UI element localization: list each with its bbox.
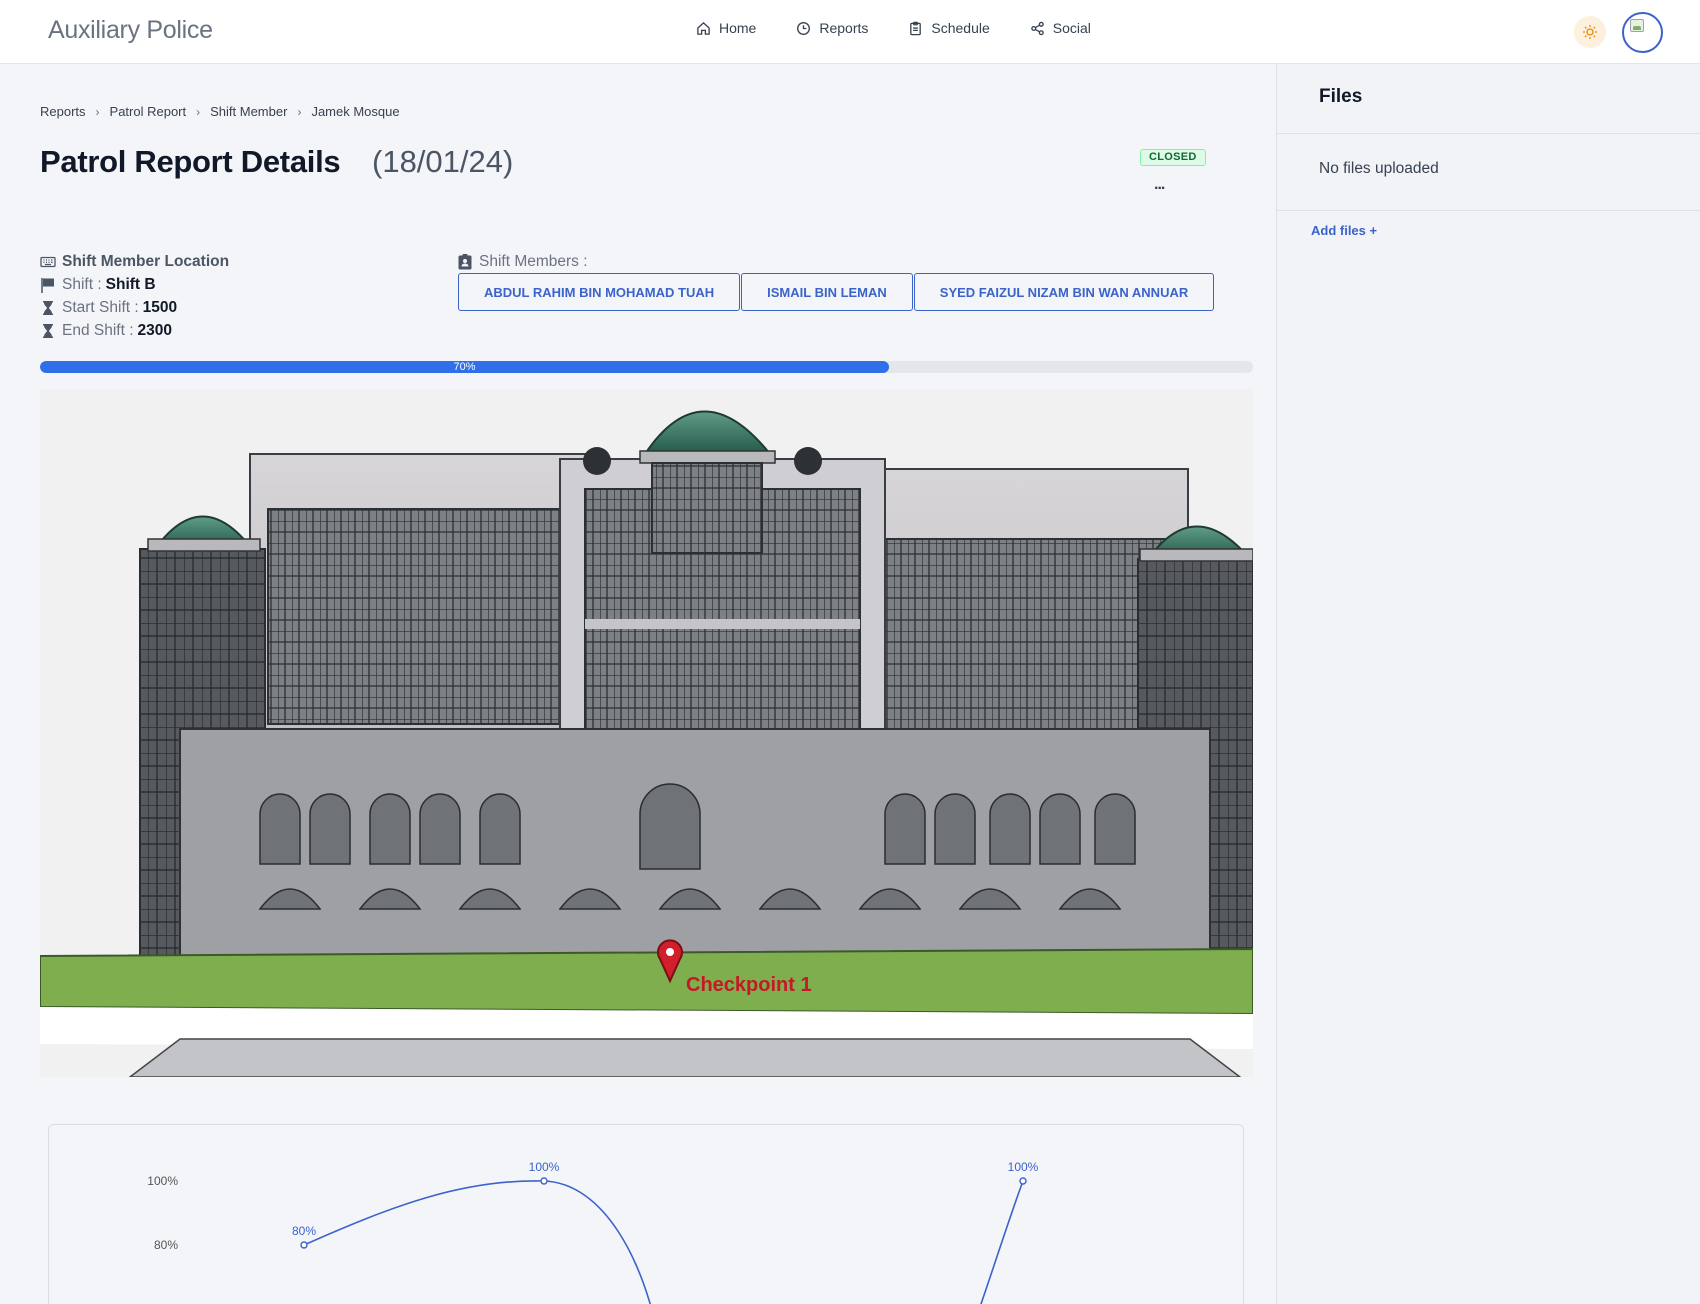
user-avatar[interactable] [1622, 12, 1663, 53]
member-button[interactable]: ISMAIL BIN LEMAN [741, 273, 913, 311]
building-illustration: Checkpoint 1 [40, 389, 1253, 1077]
breadcrumb-patrol-report[interactable]: Patrol Report [110, 104, 187, 119]
shift-info: Shift Member Location Shift : Shift B St… [40, 250, 229, 342]
main-content: Reports › Patrol Report › Shift Member ›… [0, 64, 1276, 1304]
files-header: Files [1277, 64, 1700, 134]
shift-members-label: Shift Members : [479, 252, 588, 270]
data-label: 100% [1008, 1160, 1039, 1174]
hourglass-icon [43, 300, 53, 315]
end-shift-value: 2300 [137, 321, 172, 339]
shift-members-list: ABDUL RAHIM BIN MOHAMAD TUAH ISMAIL BIN … [458, 273, 1215, 311]
hourglass-icon [43, 323, 53, 338]
shift-members-heading: Shift Members : [458, 250, 588, 273]
location-row: Shift Member Location [40, 250, 229, 273]
nav-reports[interactable]: Reports [796, 20, 868, 36]
end-shift-row: End Shift : 2300 [40, 319, 229, 342]
theme-toggle-button[interactable] [1574, 16, 1606, 48]
flag-icon [41, 277, 54, 293]
more-options-button[interactable]: ... [1154, 176, 1165, 194]
breadcrumb-location: Jamek Mosque [311, 104, 400, 119]
nav-home[interactable]: Home [696, 20, 756, 36]
progress-bar: 70% [40, 361, 1253, 373]
member-button[interactable]: ABDUL RAHIM BIN MOHAMAD TUAH [458, 273, 741, 311]
files-sidebar: Files No files uploaded Add files + [1276, 64, 1700, 1304]
chevron-right-icon: › [196, 104, 201, 119]
end-shift-label: End Shift : [62, 321, 134, 339]
broken-image-icon [1630, 19, 1644, 32]
line-chart: 100% 80% 80% 100% 100% [147, 1160, 1039, 1304]
shift-value: Shift B [105, 275, 156, 293]
share-icon [1031, 21, 1044, 35]
series-line [303, 1180, 1024, 1304]
nav-social-label: Social [1052, 20, 1091, 36]
breadcrumb-reports[interactable]: Reports [40, 104, 86, 119]
nav-home-label: Home [719, 20, 757, 36]
nav-social[interactable]: Social [1030, 20, 1091, 36]
breadcrumb: Reports › Patrol Report › Shift Member ›… [40, 104, 400, 119]
nav-schedule-label: Schedule [931, 20, 990, 36]
start-shift-label: Start Shift : [62, 298, 139, 316]
report-date: (18/01/24) [372, 144, 514, 179]
location-photo: Checkpoint 1 [40, 389, 1253, 1077]
id-badge-icon [458, 253, 472, 269]
data-label: 80% [292, 1224, 316, 1238]
files-title: Files [1319, 86, 1363, 107]
shift-row: Shift : Shift B [40, 273, 229, 296]
shift-label: Shift : [62, 275, 102, 293]
data-point[interactable] [1019, 1177, 1027, 1185]
y-tick-label: 100% [147, 1174, 178, 1188]
breadcrumb-shift-member[interactable]: Shift Member [210, 104, 287, 119]
main-nav: Home Reports Schedule Social [696, 20, 1091, 36]
progress-label: 70% [453, 361, 476, 373]
start-shift-row: Start Shift : 1500 [40, 296, 229, 319]
sun-icon [1583, 25, 1597, 39]
data-label: 100% [529, 1160, 560, 1174]
progress-chart: 100% 80% 80% 100% 100% [48, 1124, 1244, 1304]
home-icon [697, 21, 710, 35]
y-tick-label: 80% [154, 1238, 178, 1252]
page-title: Patrol Report Details [40, 144, 341, 179]
keyboard-icon [40, 256, 56, 267]
clipboard-icon [910, 21, 922, 35]
nav-reports-label: Reports [819, 20, 869, 36]
brand-logo[interactable]: Auxiliary Police [48, 16, 213, 45]
start-shift-value: 1500 [142, 298, 178, 316]
files-empty-text: No files uploaded [1319, 160, 1439, 177]
clock-icon [797, 21, 811, 35]
files-list: No files uploaded [1277, 134, 1700, 211]
data-point[interactable] [300, 1241, 308, 1249]
checkpoint-marker-text: Checkpoint 1 [686, 974, 812, 996]
chevron-right-icon: › [297, 104, 302, 119]
progress-fill: 70% [40, 361, 890, 373]
add-files-link[interactable]: Add files + [1311, 223, 1377, 238]
location-label: Shift Member Location [62, 252, 230, 270]
top-navbar: Auxiliary Police Home Reports Schedule S… [0, 0, 1700, 64]
member-button[interactable]: SYED FAIZUL NIZAM BIN WAN ANNUAR [913, 273, 1215, 311]
data-point[interactable] [540, 1177, 548, 1185]
status-badge: CLOSED [1140, 149, 1206, 166]
chevron-right-icon: › [95, 104, 100, 119]
nav-schedule[interactable]: Schedule [908, 20, 990, 36]
